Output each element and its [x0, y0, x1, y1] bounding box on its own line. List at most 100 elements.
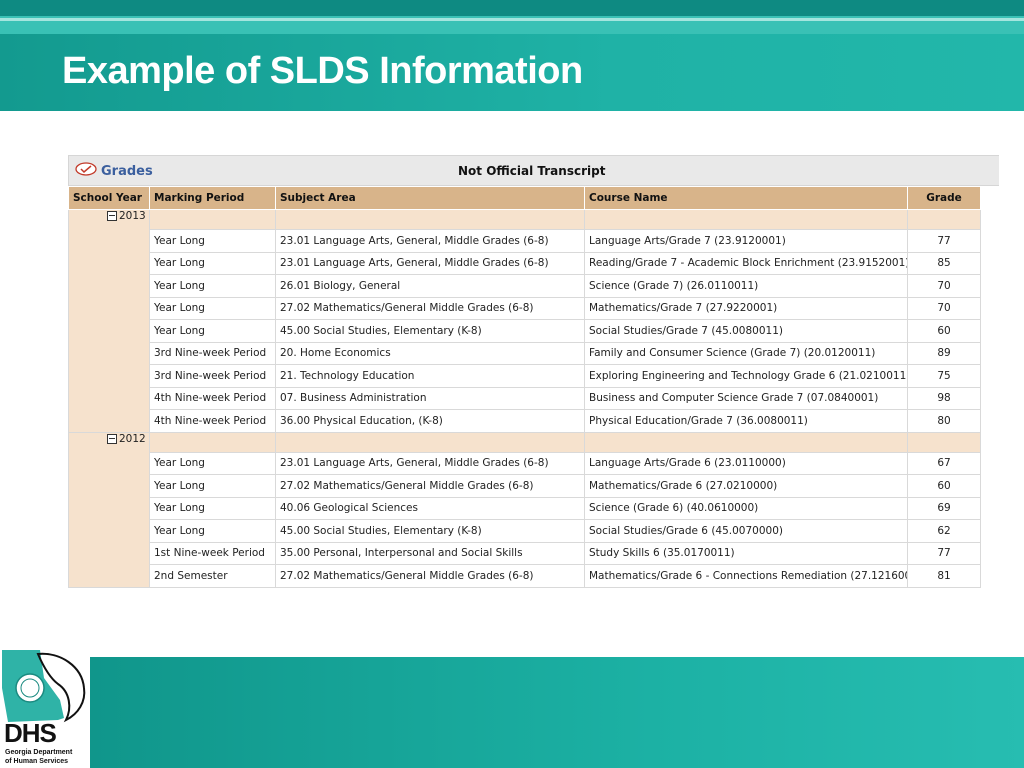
marking-period-cell: 4th Nine-week Period	[149, 386, 276, 410]
table-row[interactable]: 1st Nine-week Period 35.00 Personal, Inte…	[69, 541, 981, 565]
table-row[interactable]: Year Long 23.01 Language Arts, General, M…	[69, 251, 981, 275]
year-group-row: 2013	[68, 209, 981, 433]
grade-cell: 70	[907, 296, 981, 320]
marking-period-cell: 2nd Semester	[149, 564, 276, 588]
grade-cell: 60	[907, 474, 981, 498]
collapse-icon[interactable]	[107, 433, 117, 444]
school-year-cell: 2012	[68, 431, 150, 588]
grades-tab[interactable]: Grades	[75, 162, 153, 181]
school-year-cell: 2013	[68, 209, 150, 433]
marking-period-cell: Year Long	[149, 519, 276, 543]
grade-cell: 60	[907, 319, 981, 343]
group-spacer-cell	[907, 209, 981, 230]
table-body: 2013 Year Long 23.01 Language Arts, Genera…	[68, 209, 981, 588]
table-header-row: School Year Marking Period Subject Area …	[68, 186, 981, 210]
course-name-cell: Language Arts/Grade 7 (23.9120001)	[584, 229, 908, 253]
subject-area-cell: 07. Business Administration	[275, 386, 585, 410]
col-header-subject-area[interactable]: Subject Area	[275, 186, 585, 210]
grades-panel-header: Grades Not Official Transcript	[68, 155, 999, 186]
grade-cell: 77	[907, 229, 981, 253]
slide-title: Example of SLDS Information	[62, 50, 583, 92]
marking-period-cell: 3rd Nine-week Period	[149, 341, 276, 365]
transcript-label: Not Official Transcript	[458, 164, 606, 178]
course-name-cell: Language Arts/Grade 6 (23.0110000)	[584, 451, 908, 475]
course-name-cell: Mathematics/Grade 7 (27.9220001)	[584, 296, 908, 320]
subject-area-cell: 27.02 Mathematics/General Middle Grades …	[275, 296, 585, 320]
table-row[interactable]: 2nd Semester 27.02 Mathematics/General Mi…	[69, 564, 981, 588]
logo-abbr: DHS	[4, 718, 57, 748]
course-name-cell: Family and Consumer Science (Grade 7) (2…	[584, 341, 908, 365]
table-row[interactable]: 4th Nine-week Period 36.00 Physical Educa…	[69, 409, 981, 433]
subject-area-cell: 26.01 Biology, General	[275, 274, 585, 298]
table-row[interactable]: Year Long 27.02 Mathematics/General Middl…	[69, 474, 981, 498]
subject-area-cell: 23.01 Language Arts, General, Middle Gra…	[275, 229, 585, 253]
marking-period-cell: Year Long	[149, 474, 276, 498]
table-row[interactable]: Year Long 40.06 Geological Sciences Scienc…	[69, 496, 981, 520]
grades-table: School Year Marking Period Subject Area …	[68, 186, 981, 588]
table-row[interactable]: Year Long 26.01 Biology, General Science (…	[69, 274, 981, 298]
marking-period-cell: 4th Nine-week Period	[149, 409, 276, 433]
grade-cell: 98	[907, 386, 981, 410]
grades-label: Grades	[101, 164, 153, 179]
table-row[interactable]: 4th Nine-week Period 07. Business Adminis…	[69, 386, 981, 410]
header-accent-band	[0, 16, 1024, 34]
marking-period-cell: Year Long	[149, 451, 276, 475]
course-name-cell: Exploring Engineering and Technology Gra…	[584, 364, 908, 388]
course-name-cell: Business and Computer Science Grade 7 (0…	[584, 386, 908, 410]
school-year-label: 2013	[119, 210, 146, 222]
course-name-cell: Mathematics/Grade 6 - Connections Remedi…	[584, 564, 908, 588]
table-row[interactable]: 3rd Nine-week Period 20. Home Economics Fa…	[69, 341, 981, 365]
grade-cell: 75	[907, 364, 981, 388]
col-header-course-name[interactable]: Course Name	[584, 186, 908, 210]
grade-cell: 77	[907, 541, 981, 565]
table-row[interactable]: Year Long 27.02 Mathematics/General Middl…	[69, 296, 981, 320]
group-spacer-cell	[275, 209, 585, 230]
subject-area-cell: 36.00 Physical Education, (K-8)	[275, 409, 585, 433]
table-row[interactable]: Year Long 23.01 Language Arts, General, M…	[69, 451, 981, 475]
col-header-school-year[interactable]: School Year	[68, 186, 150, 210]
year-toggle[interactable]: 2012	[73, 433, 146, 445]
marking-period-cell: Year Long	[149, 274, 276, 298]
marking-period-cell: Year Long	[149, 319, 276, 343]
col-header-marking-period[interactable]: Marking Period	[149, 186, 276, 210]
grade-cell: 89	[907, 341, 981, 365]
course-name-cell: Physical Education/Grade 7 (36.0080011)	[584, 409, 908, 433]
collapse-icon[interactable]	[107, 211, 117, 221]
grades-icon	[75, 162, 97, 181]
year-group-row: 2012	[68, 431, 981, 588]
grades-panel: Grades Not Official Transcript School Ye…	[68, 155, 999, 588]
marking-period-cell: 3rd Nine-week Period	[149, 364, 276, 388]
course-name-cell: Social Studies/Grade 7 (45.0080011)	[584, 319, 908, 343]
course-name-cell: Science (Grade 7) (26.0110011)	[584, 274, 908, 298]
marking-period-cell: Year Long	[149, 251, 276, 275]
subject-area-cell: 27.02 Mathematics/General Middle Grades …	[275, 564, 585, 588]
table-row[interactable]: Year Long 23.01 Language Arts, General, M…	[69, 229, 981, 253]
group-spacer-cell	[275, 431, 585, 453]
subject-area-cell: 23.01 Language Arts, General, Middle Gra…	[275, 451, 585, 475]
subject-area-cell: 23.01 Language Arts, General, Middle Gra…	[275, 251, 585, 275]
grade-cell: 67	[907, 451, 981, 475]
marking-period-cell: 1st Nine-week Period	[149, 541, 276, 565]
group-spacer-cell	[149, 209, 276, 230]
group-spacer-cell	[584, 431, 908, 453]
table-row[interactable]: Year Long 45.00 Social Studies, Elementar…	[69, 519, 981, 543]
course-name-cell: Science (Grade 6) (40.0610000)	[584, 496, 908, 520]
marking-period-cell: Year Long	[149, 296, 276, 320]
table-row[interactable]: 3rd Nine-week Period 21. Technology Educa…	[69, 364, 981, 388]
group-spacer-cell	[149, 431, 276, 453]
subject-area-cell: 45.00 Social Studies, Elementary (K-8)	[275, 519, 585, 543]
grade-cell: 70	[907, 274, 981, 298]
table-row[interactable]: Year Long 45.00 Social Studies, Elementar…	[69, 319, 981, 343]
subject-area-cell: 20. Home Economics	[275, 341, 585, 365]
school-year-label: 2012	[119, 432, 146, 445]
grade-cell: 81	[907, 564, 981, 588]
marking-period-cell: Year Long	[149, 229, 276, 253]
col-header-grade[interactable]: Grade	[907, 186, 981, 210]
course-name-cell: Study Skills 6 (35.0170011)	[584, 541, 908, 565]
footer-bar	[90, 657, 1024, 768]
grade-cell: 62	[907, 519, 981, 543]
dhs-logo: DHS Georgia Department of Human Services	[0, 648, 90, 768]
course-name-cell: Social Studies/Grade 6 (45.0070000)	[584, 519, 908, 543]
year-toggle[interactable]: 2013	[73, 210, 146, 222]
grade-cell: 85	[907, 251, 981, 275]
